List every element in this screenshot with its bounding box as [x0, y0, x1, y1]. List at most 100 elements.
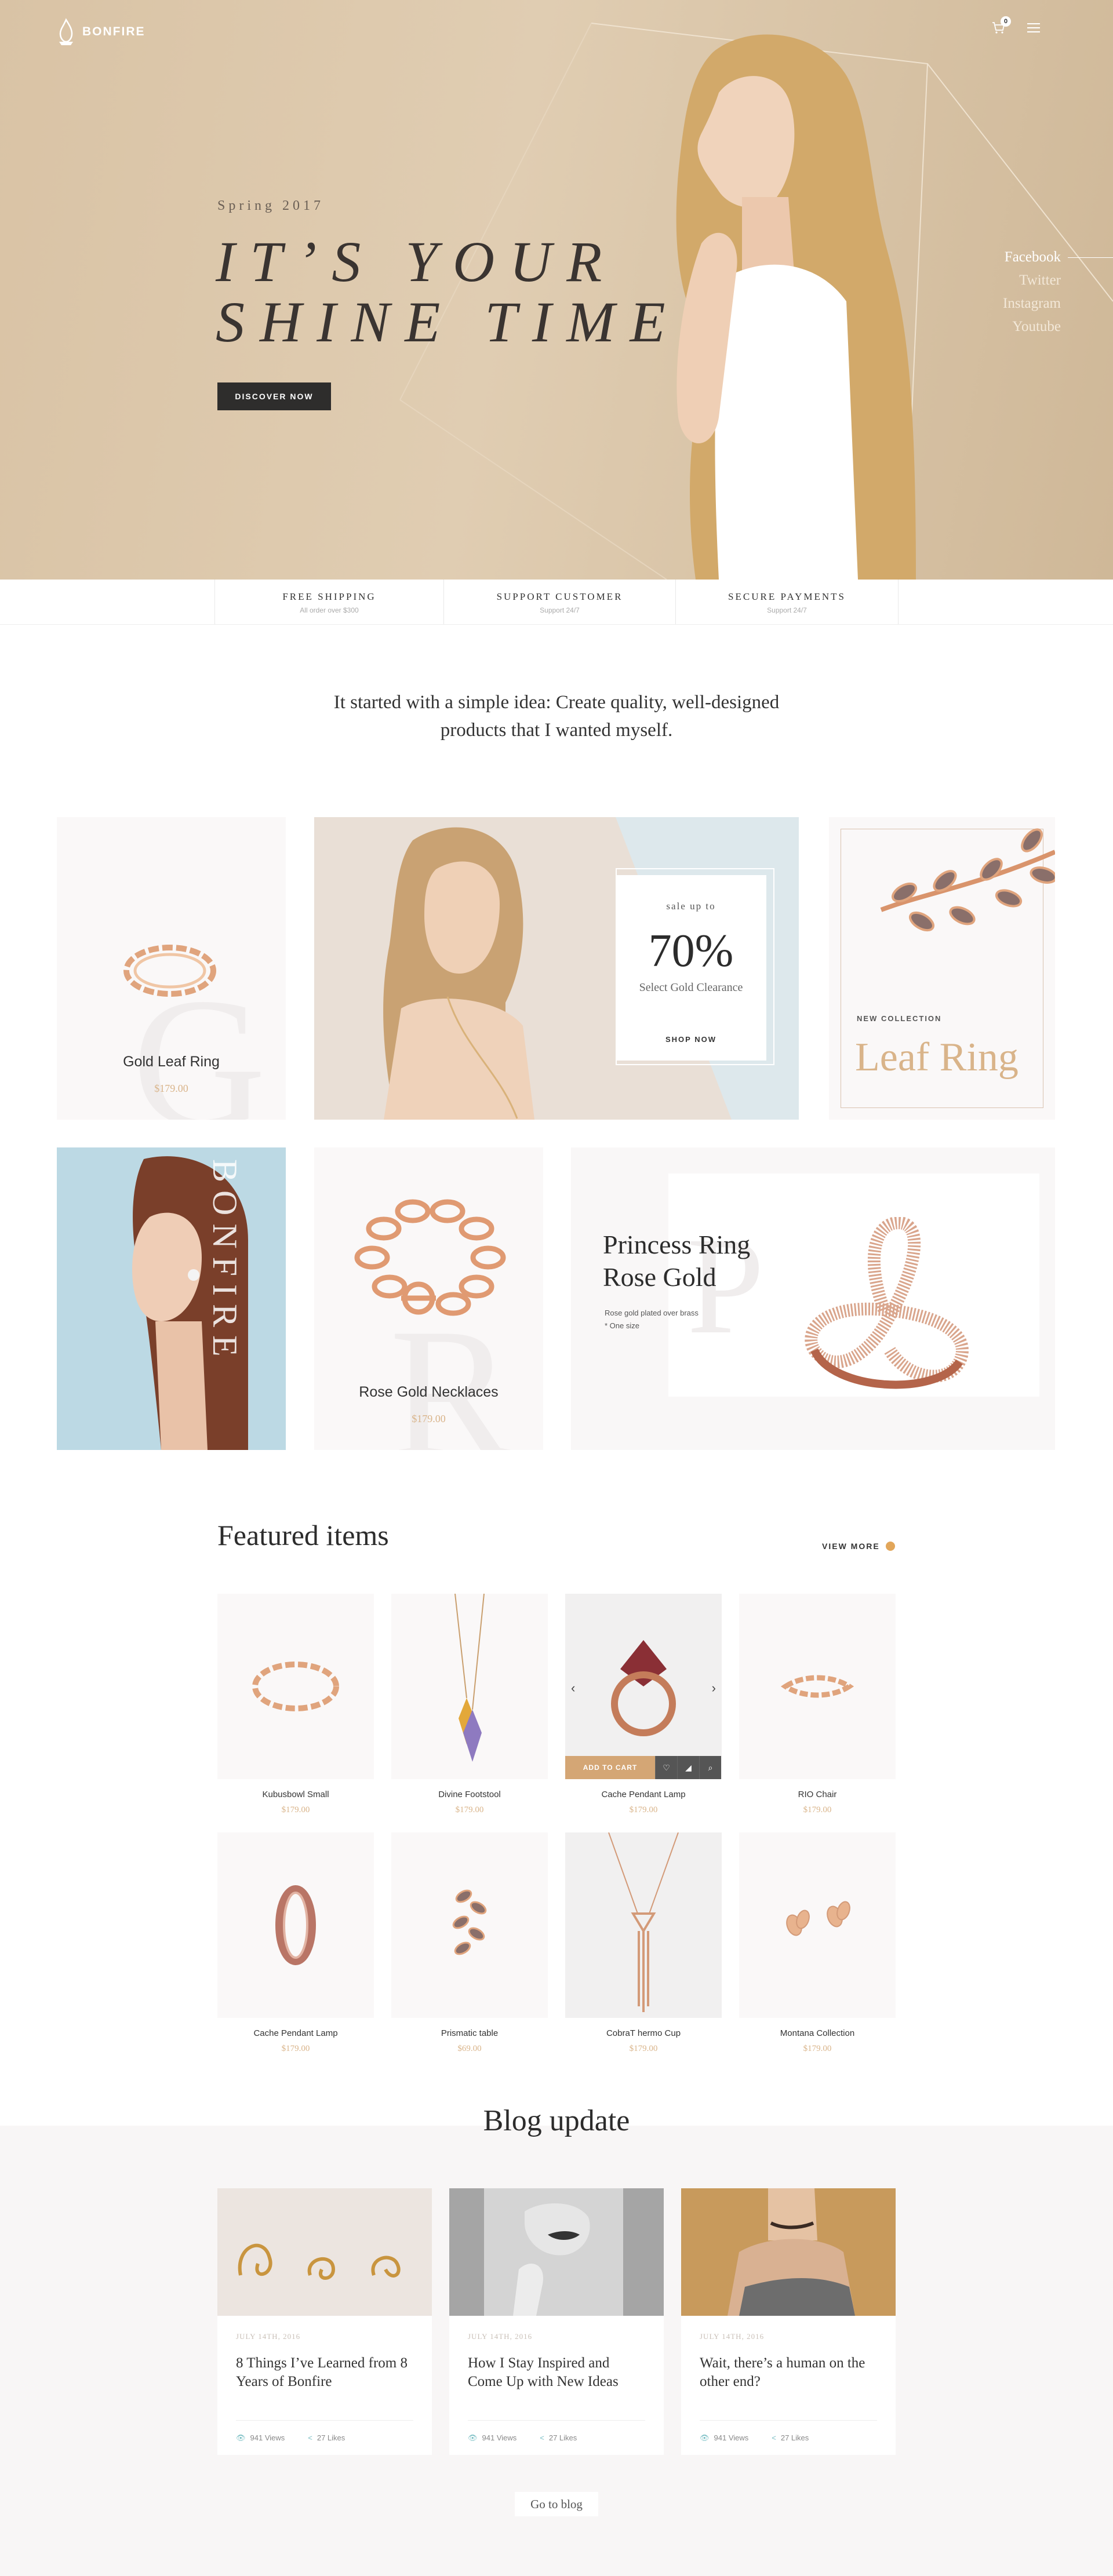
product-card[interactable]: Prismatic table $69.00 — [391, 1832, 548, 2054]
post-views: 👁 941 Views — [700, 2433, 749, 2442]
product-image — [608, 1832, 679, 2012]
product-price: $179.00 — [629, 2044, 658, 2053]
product-name[interactable]: CobraT hermo Cup — [565, 2028, 722, 2038]
product-name[interactable]: RIO Chair — [739, 1790, 896, 1799]
product-name[interactable]: Cache Pendant Lamp — [217, 2028, 374, 2038]
hero-headline-line1: IT’S YOUR — [216, 229, 617, 294]
product-name[interactable]: Kubusbowl Small — [217, 1790, 374, 1799]
post-title[interactable]: Wait, there’s a human on the other end? — [700, 2354, 877, 2391]
blog-post-card[interactable]: JULY 14TH, 2016 8 Things I’ve Learned fr… — [217, 2188, 432, 2455]
feature-title: SECURE PAYMENTS — [728, 591, 846, 602]
view-more-link[interactable]: VIEW MORE — [822, 1542, 895, 1551]
post-title[interactable]: 8 Things I’ve Learned from 8 Years of Bo… — [236, 2354, 413, 2391]
princess-title: Princess Ring Rose Gold — [603, 1229, 750, 1294]
product-card[interactable]: Montana Collection $179.00 — [739, 1832, 896, 2054]
post-title[interactable]: How I Stay Inspired and Come Up with New… — [468, 2354, 645, 2391]
social-links: Facebook Twitter Instagram Youtube — [1003, 246, 1113, 338]
feature-sub: All order over $300 — [300, 606, 359, 614]
product-name[interactable]: Montana Collection — [739, 2028, 896, 2038]
feature-title: SUPPORT CUSTOMER — [496, 591, 623, 602]
post-date: JULY 14TH, 2016 — [700, 2332, 765, 2341]
post-meta: 👁 941 Views <27 Likes — [236, 2420, 413, 2443]
post-meta: 👁 941 Views <27 Likes — [468, 2420, 645, 2443]
post-likes: <27 Likes — [308, 2433, 345, 2442]
leaf-ring-kicker: NEW COLLECTION — [857, 1014, 942, 1023]
carousel-prev-icon[interactable]: ‹ — [571, 1681, 575, 1696]
product-card[interactable]: Cache Pendant Lamp $179.00 — [217, 1832, 374, 2054]
princess-desc-line2: * One size — [605, 1321, 639, 1330]
social-twitter-link[interactable]: Twitter — [1003, 269, 1061, 292]
princess-ring-tile[interactable]: P Princess Ring Rose Gold Rose gold plat… — [571, 1147, 1055, 1450]
social-youtube-link[interactable]: Youtube — [1003, 315, 1061, 338]
post-likes: <27 Likes — [540, 2433, 577, 2442]
social-facebook-link[interactable]: Facebook — [1003, 246, 1113, 269]
bonfire-model-tile[interactable]: BONFIRE — [57, 1147, 286, 1450]
post-meta: 👁 941 Views <27 Likes — [700, 2420, 877, 2443]
product-card[interactable]: CobraT hermo Cup $179.00 — [565, 1832, 722, 2054]
leaf-ring-image — [880, 828, 1055, 932]
share-icon: < — [772, 2433, 776, 2442]
rose-gold-necklaces-tile[interactable]: R Rose Gold Necklaces $179.00 — [314, 1147, 543, 1450]
product-price: $179.00 — [412, 1413, 446, 1424]
sale-banner-tile[interactable]: sale up to 70% Select Gold Clearance SHO… — [314, 817, 799, 1120]
post-views: 👁 941 Views — [468, 2433, 517, 2442]
add-to-cart-button[interactable]: ADD TO CART — [565, 1756, 655, 1779]
product-price: $179.00 — [455, 1805, 484, 1815]
princess-desc-line1: Rose gold plated over brass — [605, 1309, 699, 1317]
compare-icon[interactable]: ◢ — [677, 1756, 699, 1779]
product-name[interactable]: Cache Pendant Lamp — [565, 1790, 722, 1799]
eye-icon: 👁 — [468, 2433, 478, 2442]
featured-title: Featured items — [217, 1519, 389, 1551]
discover-now-button[interactable]: DISCOVER NOW — [217, 382, 331, 410]
product-card[interactable]: Kubusbowl Small $179.00 — [217, 1594, 374, 1815]
hero-headline-line2: SHINE TIME — [216, 290, 681, 354]
blog-post-card[interactable]: JULY 14TH, 2016 How I Stay Inspired and … — [449, 2188, 664, 2455]
feature-free-shipping: FREE SHIPPING All order over $300 — [214, 580, 443, 624]
princess-title-line2: Rose Gold — [603, 1262, 716, 1292]
product-price: $179.00 — [281, 2044, 310, 2053]
intro-line1: It started with a simple idea: Create qu… — [333, 692, 780, 713]
post-views: 👁 941 Views — [236, 2433, 285, 2442]
feature-support: SUPPORT CUSTOMER Support 24/7 — [443, 580, 675, 624]
product-card[interactable]: ‹ › ADD TO CART ♡ ◢ ⌕ Cache Pendant Lamp… — [565, 1594, 722, 1815]
logo[interactable]: BONFIRE — [57, 17, 146, 46]
gold-leaf-ring-tile[interactable]: G Gold Leaf Ring $179.00 — [57, 817, 286, 1120]
intro-text: It started with a simple idea: Create qu… — [0, 688, 1113, 744]
product-image — [454, 1594, 485, 1762]
sale-sub: Select Gold Clearance — [639, 981, 743, 994]
blog-post-card[interactable]: JULY 14TH, 2016 Wait, there’s a human on… — [681, 2188, 896, 2455]
rose-gold-necklace-image — [354, 1199, 506, 1316]
product-image — [252, 1662, 339, 1711]
intro-line2: products that I wanted myself. — [440, 720, 673, 741]
features-bar: FREE SHIPPING All order over $300 SUPPOR… — [0, 580, 1113, 625]
go-to-blog-button[interactable]: Go to blog — [515, 2492, 598, 2516]
blog-title: Blog update — [483, 2104, 630, 2137]
cart-icon[interactable]: 0 — [991, 16, 1011, 35]
product-image — [786, 1901, 850, 1936]
product-image — [780, 1675, 854, 1698]
sale-kicker: sale up to — [666, 901, 716, 912]
princess-ring-image — [805, 1217, 969, 1389]
view-more-label: VIEW MORE — [822, 1542, 880, 1551]
princess-description: Rose gold plated over brass * One size — [605, 1307, 699, 1332]
leaf-ring-collection-tile[interactable]: NEW COLLECTION Leaf Ring — [829, 817, 1055, 1120]
product-card[interactable]: RIO Chair $179.00 — [739, 1594, 896, 1815]
product-name[interactable]: Prismatic table — [391, 2028, 548, 2038]
sale-percent: 70% — [648, 926, 734, 977]
product-name[interactable]: Divine Footstool — [391, 1790, 548, 1799]
product-image — [452, 1889, 487, 1955]
wishlist-heart-icon[interactable]: ♡ — [655, 1756, 677, 1779]
product-card[interactable]: Divine Footstool $179.00 — [391, 1594, 548, 1815]
blog-post-image — [681, 2188, 896, 2316]
social-instagram-link[interactable]: Instagram — [1003, 292, 1061, 315]
menu-icon[interactable] — [1027, 23, 1040, 32]
logo-text: BONFIRE — [82, 25, 146, 38]
shop-now-link[interactable]: SHOP NOW — [616, 1035, 766, 1044]
product-image — [275, 1885, 316, 1965]
post-date: JULY 14TH, 2016 — [236, 2332, 301, 2341]
product-name: Gold Leaf Ring — [123, 1054, 220, 1070]
quick-view-search-icon[interactable]: ⌕ — [699, 1756, 721, 1779]
product-price: $179.00 — [803, 2044, 832, 2053]
carousel-next-icon[interactable]: › — [712, 1681, 716, 1696]
gold-leaf-ring-image — [123, 945, 216, 997]
